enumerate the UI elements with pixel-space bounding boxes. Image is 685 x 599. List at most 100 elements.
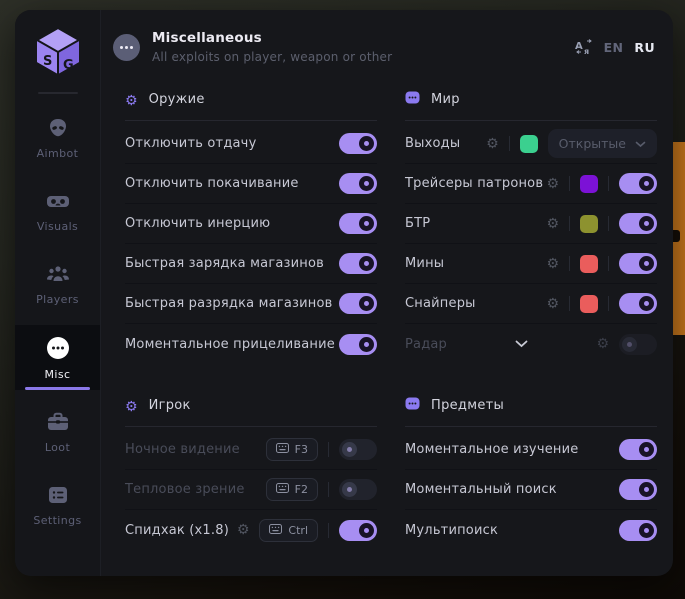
sidebar-item-visuals[interactable]: Visuals xyxy=(15,179,100,242)
hotkey-badge[interactable]: Ctrl xyxy=(259,519,318,542)
feature-label: Быстрая разрядка магазинов xyxy=(125,296,332,311)
color-swatch[interactable] xyxy=(580,255,598,273)
svg-text:я: я xyxy=(584,47,589,55)
feature-label: Мины xyxy=(405,256,444,271)
feature-row: Отключить отдачу xyxy=(125,124,377,164)
sidebar-item-misc[interactable]: Misc xyxy=(15,325,100,390)
toggle-switch[interactable] xyxy=(619,520,657,541)
section-title: Предметы xyxy=(431,398,504,413)
toggle-switch[interactable] xyxy=(339,173,377,194)
gear-icon[interactable]: ⚙ xyxy=(237,523,250,537)
section: Предметы Моментальное изучение Моментальн… xyxy=(405,388,657,550)
feature-row: Снайперы⚙ xyxy=(405,284,657,324)
translate-icon: A я xyxy=(575,39,593,55)
sidebar-item-label: Aimbot xyxy=(37,147,79,160)
feature-row: Отключить покачивание xyxy=(125,164,377,204)
hotkey-label: Ctrl xyxy=(288,524,308,537)
lang-ru-button[interactable]: RU xyxy=(634,40,655,55)
gear-icon[interactable]: ⚙ xyxy=(486,137,499,151)
hotkey-label: F2 xyxy=(295,483,308,496)
section-header: ⚙ Игрок xyxy=(125,388,377,426)
toggle-switch[interactable] xyxy=(619,334,657,355)
feature-row: Спидхак (x1.8) ⚙ Ctrl xyxy=(125,510,377,550)
hotkey-badge[interactable]: F3 xyxy=(266,438,318,461)
color-swatch[interactable] xyxy=(580,215,598,233)
divider xyxy=(405,426,657,427)
divider xyxy=(608,176,609,191)
toggle-switch[interactable] xyxy=(619,293,657,314)
feature-row: Быстрая разрядка магазинов xyxy=(125,284,377,324)
sidebar-item-label: Visuals xyxy=(37,220,78,233)
section-header: Предметы xyxy=(405,388,657,426)
gear-icon[interactable]: ⚙ xyxy=(546,177,559,191)
feature-row: Моментальное изучение xyxy=(405,430,657,470)
sidebar-item-players[interactable]: Players xyxy=(15,252,100,315)
section-header: Мир xyxy=(405,82,657,120)
toggle-switch[interactable] xyxy=(339,133,377,154)
feature-row: Отключить инерцию xyxy=(125,204,377,244)
divider xyxy=(125,426,377,427)
alien-icon xyxy=(46,116,70,140)
toggle-switch[interactable] xyxy=(619,253,657,274)
content-column-left: ⚙ Оружие Отключить отдачуОтключить покач… xyxy=(125,82,377,576)
dropdown-value: Открытые xyxy=(559,136,626,151)
divider xyxy=(509,136,510,151)
feature-row: Выходы ⚙ Открытые xyxy=(405,124,657,164)
chevron-down-icon[interactable] xyxy=(515,340,528,348)
feature-row: БТР⚙ xyxy=(405,204,657,244)
sidebar-item-loot[interactable]: Loot xyxy=(15,400,100,463)
feature-label: Отключить инерцию xyxy=(125,216,270,231)
ellipsis-circle-icon xyxy=(113,34,140,61)
select-dropdown[interactable]: Открытые xyxy=(548,129,657,158)
gear-icon[interactable]: ⚙ xyxy=(546,257,559,271)
feature-label: Спидхак (x1.8) xyxy=(125,523,229,538)
feature-label: Выходы xyxy=(405,136,460,151)
toggle-switch[interactable] xyxy=(619,439,657,460)
sidebar-item-settings[interactable]: Settings xyxy=(15,473,100,536)
ellipsis-circle-icon xyxy=(45,335,71,361)
divider xyxy=(328,442,329,457)
sidebar-item-aimbot[interactable]: Aimbot xyxy=(15,106,100,169)
feature-row: Моментальный поиск xyxy=(405,470,657,510)
feature-label: Моментальное изучение xyxy=(405,442,578,457)
toggle-switch[interactable] xyxy=(339,479,377,500)
hotkey-label: F3 xyxy=(295,443,308,456)
gear-icon[interactable]: ⚙ xyxy=(546,297,559,311)
gear-icon[interactable]: ⚙ xyxy=(596,337,609,351)
feature-label: Моментальное прицеливание xyxy=(125,337,335,352)
divider xyxy=(328,482,329,497)
toggle-switch[interactable] xyxy=(619,213,657,234)
divider xyxy=(125,120,377,121)
list-icon xyxy=(46,483,70,507)
hotkey-badge[interactable]: F2 xyxy=(266,478,318,501)
page-subtitle: All exploits on player, weapon or other xyxy=(152,50,392,64)
toggle-switch[interactable] xyxy=(339,213,377,234)
divider xyxy=(405,120,657,121)
feature-label: Быстрая зарядка магазинов xyxy=(125,256,324,271)
toggle-switch[interactable] xyxy=(619,479,657,500)
toggle-switch[interactable] xyxy=(339,520,377,541)
vr-goggles-icon xyxy=(45,189,71,213)
page-title: Miscellaneous xyxy=(152,30,392,46)
color-swatch[interactable] xyxy=(580,295,598,313)
keyboard-icon xyxy=(269,524,282,537)
feature-label: Мультипоиск xyxy=(405,523,498,538)
gear-icon[interactable]: ⚙ xyxy=(546,217,559,231)
feature-row: Ночное видение F3 xyxy=(125,430,377,470)
toggle-switch[interactable] xyxy=(339,293,377,314)
color-swatch[interactable] xyxy=(520,135,538,153)
section: Мир Выходы⚙ Открытые Трейсеры патронов⚙Б… xyxy=(405,82,657,364)
toggle-switch[interactable] xyxy=(339,253,377,274)
gear-icon: ⚙ xyxy=(125,396,138,415)
feature-row: Радар⚙ xyxy=(405,324,657,364)
color-swatch[interactable] xyxy=(580,175,598,193)
toggle-switch[interactable] xyxy=(339,334,377,355)
divider xyxy=(608,296,609,311)
feature-label: Трейсеры патронов xyxy=(405,176,543,191)
lang-en-button[interactable]: EN xyxy=(604,40,624,55)
divider xyxy=(569,216,570,231)
toggle-switch[interactable] xyxy=(339,439,377,460)
sidebar-item-label: Loot xyxy=(45,441,70,454)
toggle-switch[interactable] xyxy=(619,173,657,194)
divider xyxy=(608,216,609,231)
